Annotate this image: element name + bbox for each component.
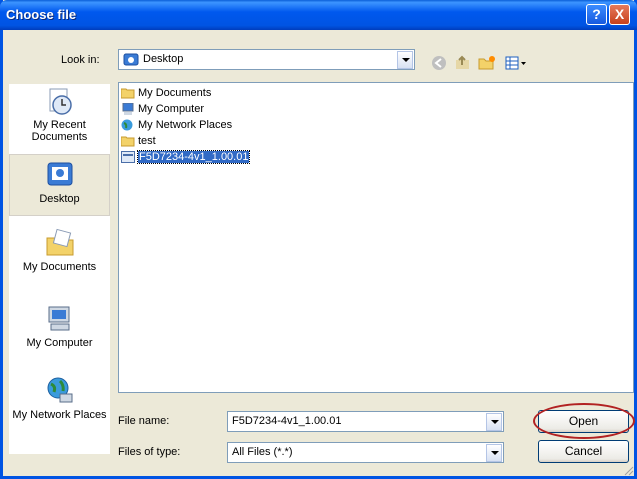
desktop-small-icon	[123, 53, 139, 66]
place-label: Desktop	[39, 193, 80, 205]
file-list[interactable]: My Documents My Computer My Network Plac…	[118, 82, 634, 393]
list-item[interactable]: My Documents	[121, 85, 211, 101]
file-type-dropdown[interactable]: All Files (*.*)	[227, 442, 504, 463]
chevron-down-icon[interactable]	[486, 413, 502, 431]
close-button[interactable]: X	[609, 4, 630, 25]
cancel-button[interactable]: Cancel	[538, 440, 629, 463]
help-button[interactable]: ?	[586, 4, 607, 25]
computer-icon	[122, 103, 134, 116]
my-computer-icon	[48, 306, 69, 331]
place-label: My Documents	[22, 261, 97, 273]
recent-documents-icon	[49, 88, 72, 115]
file-icon	[121, 151, 135, 164]
place-my-documents[interactable]: My Documents	[9, 228, 110, 273]
file-name-label: File name:	[118, 415, 170, 427]
back-icon[interactable]	[431, 55, 447, 71]
network-icon	[121, 119, 133, 131]
up-folder-icon[interactable]	[455, 55, 471, 71]
choose-file-dialog: Choose file ? X Look in: Desktop My Rece…	[0, 0, 637, 479]
folder-docs-icon	[121, 88, 135, 99]
highlight-circle	[533, 403, 635, 439]
chevron-down-icon[interactable]	[486, 444, 502, 462]
file-name-value: F5D7234-4v1_1.00.01	[232, 415, 342, 427]
new-folder-icon[interactable]	[478, 55, 496, 71]
places-bar: My Recent Documents Desktop My Documents…	[9, 84, 110, 454]
file-type-label: Files of type:	[118, 446, 181, 458]
file-type-value: All Files (*.*)	[232, 446, 293, 458]
list-item[interactable]: My Computer	[121, 101, 204, 117]
my-documents-icon	[46, 228, 73, 256]
place-label: My Network Places	[12, 409, 107, 421]
desktop-icon	[47, 162, 72, 186]
look-in-value: Desktop	[143, 53, 184, 65]
file-name-input[interactable]: F5D7234-4v1_1.00.01	[227, 411, 504, 432]
list-item[interactable]: test	[121, 133, 156, 149]
list-item[interactable]: My Network Places	[121, 117, 232, 133]
look-in-dropdown[interactable]: Desktop	[118, 49, 415, 70]
place-desktop[interactable]: Desktop	[9, 154, 110, 216]
look-in-label: Look in:	[61, 54, 100, 66]
list-item[interactable]: F5D7234-4v1_1.00.01	[121, 149, 251, 165]
views-menu-icon[interactable]	[505, 55, 527, 71]
place-my-computer[interactable]: My Computer	[9, 304, 110, 349]
place-network-places[interactable]: My Network Places	[9, 376, 110, 421]
place-recent-documents[interactable]: My Recent Documents	[9, 86, 110, 143]
place-label: My Recent Documents	[31, 119, 88, 143]
title-bar[interactable]: Choose file ? X	[0, 0, 637, 30]
network-places-icon	[47, 377, 72, 403]
folder-icon	[121, 136, 135, 147]
chevron-down-icon[interactable]	[397, 51, 413, 69]
place-label: My Computer	[26, 337, 93, 349]
dialog-title: Choose file	[6, 7, 77, 22]
resize-grip-icon[interactable]	[622, 464, 634, 476]
